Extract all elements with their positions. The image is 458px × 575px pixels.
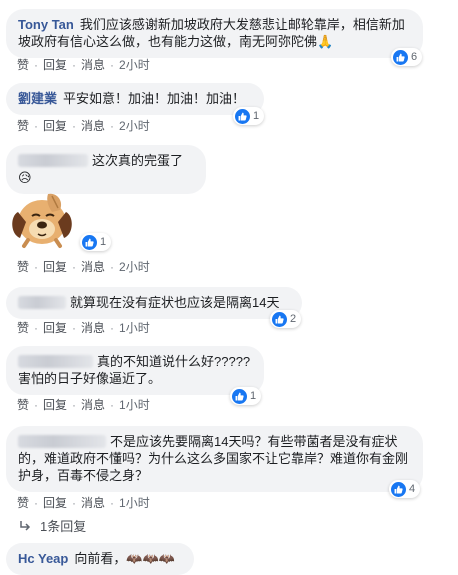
reaction-count[interactable]: 1: [233, 107, 265, 125]
message-link[interactable]: 消息: [81, 494, 105, 511]
reply-link[interactable]: 回复: [43, 319, 67, 336]
like-link[interactable]: 赞: [17, 56, 29, 73]
like-icon: [232, 388, 247, 404]
reaction-count[interactable]: 1: [230, 387, 262, 405]
comment-actions: 赞 · 回复 · 消息 · 2小时: [17, 258, 150, 275]
reply-link[interactable]: 回复: [43, 494, 67, 511]
comment-text: 平安如意！加油！加油！加油！: [63, 91, 246, 106]
like-icon: [235, 108, 250, 124]
reaction-number: 1: [100, 236, 107, 248]
comment-text: 我们应该感谢新加坡政府大发慈悲让邮轮靠岸，相信新加坡政府有信心这么做，也有能力这…: [18, 17, 405, 49]
like-icon: [391, 481, 406, 497]
like-link[interactable]: 赞: [17, 494, 29, 511]
comment-bubble: Tony Tan 我们应该感谢新加坡政府大发慈悲让邮轮靠岸，相信新加坡政府有信心这…: [6, 9, 423, 58]
reaction-number: 6: [411, 51, 418, 63]
comment-bubble: Hc Yeap 向前看，🦇🦇🦇: [6, 543, 194, 575]
view-replies-link[interactable]: 1条回复: [18, 516, 86, 535]
reaction-count[interactable]: 1: [80, 233, 112, 251]
timestamp[interactable]: 1小时: [119, 319, 150, 336]
like-icon: [82, 234, 97, 250]
timestamp[interactable]: 1小时: [119, 396, 150, 413]
reaction-count[interactable]: 2: [270, 310, 302, 328]
blurred-author-name[interactable]: [18, 355, 93, 368]
comment-bubble: 不是应该先要隔离14天吗？有些带菌者是没有症状的，难道政府不懂吗？为什么这么多国…: [6, 426, 423, 492]
like-link[interactable]: 赞: [17, 319, 29, 336]
comment-actions: 赞 · 回复 · 消息 · 2小时: [17, 56, 150, 73]
reaction-number: 2: [290, 313, 297, 325]
message-link[interactable]: 消息: [81, 117, 105, 134]
comment-bubble: 劉建業 平安如意！加油！加油！加油！: [6, 83, 264, 115]
crying-dog-sticker: [12, 193, 72, 248]
comment-author[interactable]: Tony Tan: [18, 17, 74, 32]
comment-actions: 赞 · 回复 · 消息 · 1小时: [17, 319, 150, 336]
comment-author[interactable]: Hc Yeap: [18, 551, 68, 566]
blurred-author-name[interactable]: [18, 296, 66, 309]
comment-actions: 赞 · 回复 · 消息 · 1小时: [17, 396, 150, 413]
replies-count-label: 1条回复: [40, 519, 87, 534]
blurred-author-name[interactable]: [18, 154, 88, 167]
comment-actions: 赞 · 回复 · 消息 · 2小时: [17, 117, 150, 134]
message-link[interactable]: 消息: [81, 396, 105, 413]
comment-text: 就算现在没有症状也应该是隔离14天: [70, 295, 280, 310]
message-link[interactable]: 消息: [81, 56, 105, 73]
comment-author[interactable]: 劉建業: [18, 91, 57, 106]
reaction-number: 4: [409, 483, 416, 495]
like-link[interactable]: 赞: [17, 396, 29, 413]
comment-actions: 赞 · 回复 · 消息 · 1小时: [17, 494, 150, 511]
comment-text: 向前看，🦇🦇🦇: [74, 551, 175, 566]
message-link[interactable]: 消息: [81, 258, 105, 275]
reaction-count[interactable]: 6: [391, 48, 423, 66]
blurred-author-name[interactable]: [18, 435, 106, 448]
timestamp[interactable]: 1小时: [119, 494, 150, 511]
reply-link[interactable]: 回复: [43, 117, 67, 134]
message-link[interactable]: 消息: [81, 319, 105, 336]
like-icon: [272, 311, 287, 327]
reply-link[interactable]: 回复: [43, 56, 67, 73]
timestamp[interactable]: 2小时: [119, 117, 150, 134]
timestamp[interactable]: 2小时: [119, 258, 150, 275]
reply-arrow-icon: [20, 520, 31, 531]
comment-bubble: 真的不知道说什么好?????害怕的日子好像逼近了。: [6, 346, 264, 395]
reaction-number: 1: [250, 390, 257, 402]
comment-bubble: 就算现在没有症状也应该是隔离14天: [6, 287, 302, 319]
like-link[interactable]: 赞: [17, 117, 29, 134]
like-icon: [393, 49, 408, 65]
reply-link[interactable]: 回复: [43, 396, 67, 413]
reaction-count[interactable]: 4: [389, 480, 421, 498]
like-link[interactable]: 赞: [17, 258, 29, 275]
timestamp[interactable]: 2小时: [119, 56, 150, 73]
reaction-number: 1: [253, 110, 260, 122]
reply-link[interactable]: 回复: [43, 258, 67, 275]
